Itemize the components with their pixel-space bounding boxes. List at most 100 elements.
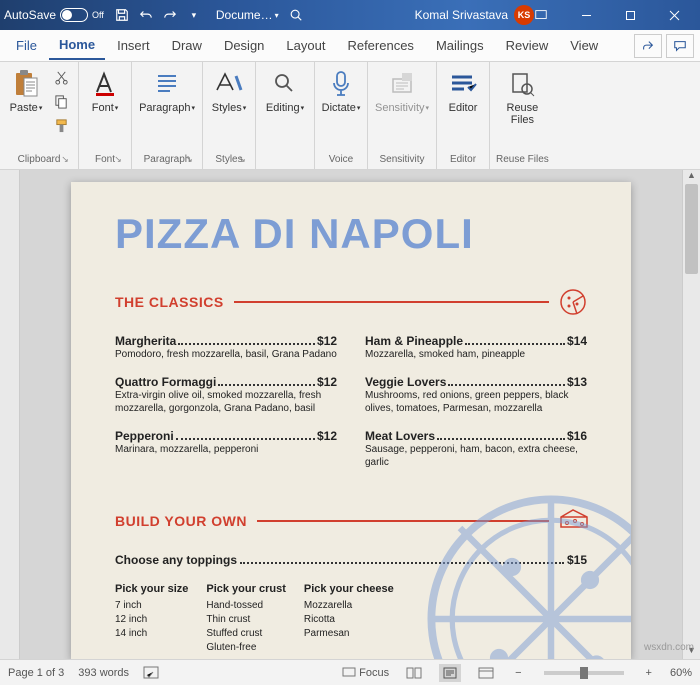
zoom-level[interactable]: 60% bbox=[670, 667, 692, 679]
classics-columns: Margherita $12Pomodoro, fresh mozzarella… bbox=[115, 334, 587, 483]
focus-mode[interactable]: Focus bbox=[342, 667, 389, 679]
menu-item: Ham & Pineapple $14Mozzarella, smoked ha… bbox=[365, 334, 587, 361]
reuse-files-icon bbox=[506, 68, 538, 100]
dictate-button[interactable]: Dictate▾ bbox=[321, 66, 361, 116]
page-scroll[interactable]: PIZZA DI NAPOLI THE CLASSICS Margherita … bbox=[20, 170, 682, 659]
comments-icon[interactable] bbox=[666, 34, 694, 58]
menu-item: Quattro Formaggi $12Extra-virgin olive o… bbox=[115, 375, 337, 415]
tab-insert[interactable]: Insert bbox=[107, 32, 160, 59]
qat-more-icon[interactable]: ▾ bbox=[186, 7, 202, 23]
dialog-launcher-icon[interactable]: ↘ bbox=[60, 154, 70, 164]
pizza-slice-icon bbox=[559, 288, 587, 316]
tab-references[interactable]: References bbox=[337, 32, 423, 59]
window-controls bbox=[564, 1, 696, 29]
styles-icon bbox=[213, 68, 245, 100]
reuse-files-button[interactable]: Reuse Files bbox=[502, 66, 542, 128]
build-column: Pick your cheeseMozzarellaRicottaParmesa… bbox=[304, 583, 394, 655]
editing-icon bbox=[269, 68, 301, 100]
styles-button[interactable]: Styles▾ bbox=[209, 66, 249, 116]
autosave-toggle[interactable]: AutoSave Off bbox=[4, 8, 104, 22]
dialog-launcher-icon[interactable]: ↘ bbox=[113, 154, 123, 164]
editor-button[interactable]: Editor bbox=[443, 66, 483, 116]
sensitivity-button: Sensitivity▾ bbox=[374, 66, 430, 116]
autosave-label: AutoSave bbox=[4, 8, 56, 22]
format-painter-icon[interactable] bbox=[52, 116, 70, 134]
cut-icon[interactable] bbox=[52, 68, 70, 86]
quick-access-toolbar: ▾ bbox=[114, 7, 202, 23]
ribbon-tabs: File Home Insert Draw Design Layout Refe… bbox=[0, 30, 700, 62]
vertical-ruler[interactable] bbox=[0, 170, 20, 659]
vertical-scrollbar[interactable]: ▲ ▼ bbox=[682, 170, 700, 659]
menu-item: Margherita $12Pomodoro, fresh mozzarella… bbox=[115, 334, 337, 361]
user-account[interactable]: Komal Srivastava KS bbox=[415, 5, 534, 25]
zoom-out-button[interactable]: − bbox=[511, 667, 525, 679]
titlebar: AutoSave Off ▾ Docume… ▾ Komal Srivastav… bbox=[0, 0, 700, 30]
build-column: Pick your crustHand-tossedThin crustStuf… bbox=[206, 583, 285, 655]
dialog-launcher-icon[interactable]: ↘ bbox=[184, 154, 194, 164]
user-avatar: KS bbox=[514, 5, 534, 25]
word-count[interactable]: 393 words bbox=[78, 667, 129, 679]
pizza-watermark-icon bbox=[421, 489, 631, 659]
print-layout-icon[interactable] bbox=[439, 664, 461, 682]
watermark-text: wsxdn.com bbox=[644, 642, 694, 653]
group-clipboard: Paste▾ Clipboard↘ bbox=[0, 62, 79, 169]
web-layout-icon[interactable] bbox=[475, 664, 497, 682]
scrollbar-thumb[interactable] bbox=[685, 184, 698, 274]
close-button[interactable] bbox=[652, 1, 696, 29]
editor-icon bbox=[447, 68, 479, 100]
undo-icon[interactable] bbox=[138, 7, 154, 23]
menu-item: Veggie Lovers $13Mushrooms, red onions, … bbox=[365, 375, 587, 415]
ribbon-display-icon[interactable] bbox=[534, 8, 564, 22]
document-name[interactable]: Docume… bbox=[216, 8, 273, 22]
sensitivity-icon bbox=[386, 68, 418, 100]
group-reuse-files: Reuse Files Reuse Files bbox=[490, 62, 555, 169]
zoom-slider[interactable] bbox=[544, 671, 624, 675]
font-button[interactable]: Font▾ bbox=[85, 66, 125, 116]
paste-icon bbox=[10, 68, 42, 100]
ribbon: Paste▾ Clipboard↘ Font▾ Font↘ Paragraph▾ bbox=[0, 62, 700, 170]
editing-button[interactable]: Editing▾ bbox=[262, 66, 308, 116]
tab-mailings[interactable]: Mailings bbox=[426, 32, 494, 59]
copy-icon[interactable] bbox=[52, 92, 70, 110]
section-heading-classics: THE CLASSICS bbox=[115, 288, 587, 316]
zoom-in-button[interactable]: + bbox=[642, 667, 656, 679]
document-area: PIZZA DI NAPOLI THE CLASSICS Margherita … bbox=[0, 170, 700, 659]
minimize-button[interactable] bbox=[564, 1, 608, 29]
menu-item: Pepperoni $12Marinara, mozzarella, peppe… bbox=[115, 429, 337, 456]
tab-layout[interactable]: Layout bbox=[276, 32, 335, 59]
tab-design[interactable]: Design bbox=[214, 32, 274, 59]
search-icon[interactable] bbox=[289, 8, 303, 22]
save-icon[interactable] bbox=[114, 7, 130, 23]
scroll-up-icon[interactable]: ▲ bbox=[683, 170, 700, 184]
menu-item: Meat Lovers $16Sausage, pepperoni, ham, … bbox=[365, 429, 587, 469]
maximize-button[interactable] bbox=[608, 1, 652, 29]
read-mode-icon[interactable] bbox=[403, 664, 425, 682]
paste-button[interactable]: Paste▾ bbox=[6, 66, 46, 116]
page[interactable]: PIZZA DI NAPOLI THE CLASSICS Margherita … bbox=[71, 182, 631, 659]
page-title: PIZZA DI NAPOLI bbox=[115, 210, 587, 258]
group-editor: Editor Editor bbox=[437, 62, 490, 169]
font-icon bbox=[89, 68, 121, 100]
page-indicator[interactable]: Page 1 of 3 bbox=[8, 667, 64, 679]
group-font: Font▾ Font↘ bbox=[79, 62, 132, 169]
tab-file[interactable]: File bbox=[6, 32, 47, 59]
tab-review[interactable]: Review bbox=[496, 32, 559, 59]
redo-icon[interactable] bbox=[162, 7, 178, 23]
share-icon[interactable] bbox=[634, 34, 662, 58]
dialog-launcher-icon[interactable]: ↘ bbox=[237, 154, 247, 164]
tab-view[interactable]: View bbox=[560, 32, 608, 59]
paragraph-button[interactable]: Paragraph▾ bbox=[138, 66, 196, 116]
autosave-state: Off bbox=[92, 10, 104, 20]
tab-home[interactable]: Home bbox=[49, 31, 105, 60]
status-bar: Page 1 of 3 393 words Focus − + 60% bbox=[0, 659, 700, 685]
tab-draw[interactable]: Draw bbox=[162, 32, 212, 59]
group-editing: Editing▾ bbox=[256, 62, 315, 169]
group-voice: Dictate▾ Voice bbox=[315, 62, 368, 169]
group-sensitivity: Sensitivity▾ Sensitivity bbox=[368, 62, 437, 169]
spelling-icon[interactable] bbox=[143, 666, 159, 680]
toggle-switch-icon bbox=[60, 8, 88, 22]
build-column: Pick your size7 inch12 inch14 inch bbox=[115, 583, 188, 655]
paragraph-icon bbox=[151, 68, 183, 100]
group-styles: Styles▾ Styles↘ bbox=[203, 62, 256, 169]
microphone-icon bbox=[325, 68, 357, 100]
